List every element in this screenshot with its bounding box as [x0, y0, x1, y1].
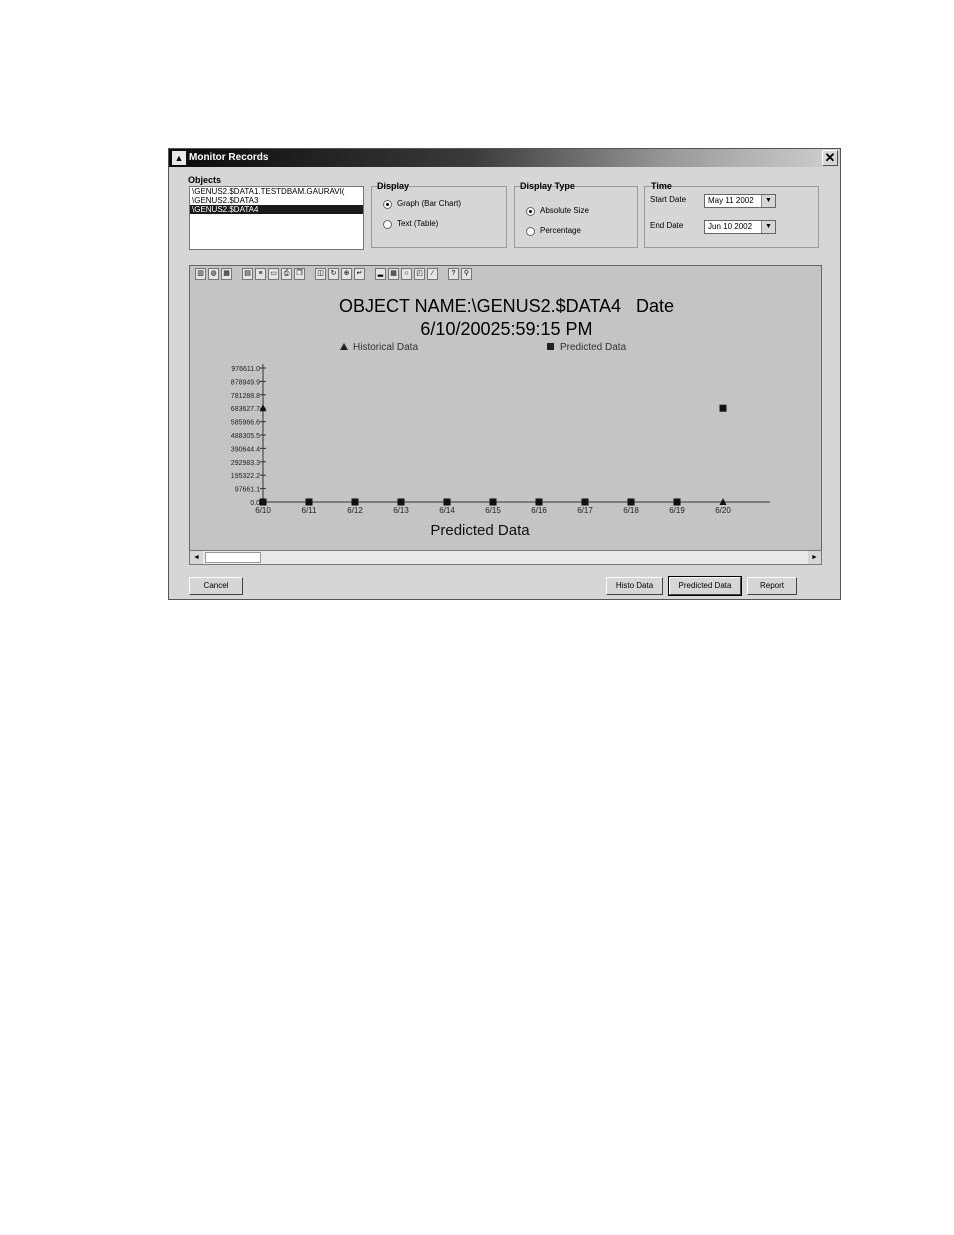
arrow-icon[interactable]: ↵	[354, 268, 365, 280]
ellipse-icon[interactable]: ○	[401, 268, 412, 280]
window-title: Monitor Records	[189, 152, 269, 163]
object-item-selected[interactable]: \GENUS2.$DATA4	[190, 205, 363, 214]
palette-icon[interactable]: ◍	[208, 268, 219, 280]
x-tick-label: 6/19	[669, 506, 685, 515]
y-tick-label: 292983.3	[231, 460, 260, 467]
x-tick-label: 6/15	[485, 506, 501, 515]
scroll-right-icon[interactable]: ►	[808, 551, 821, 564]
text-radio-label: Text (Table)	[397, 219, 439, 228]
grid-icon[interactable]: ▦	[221, 268, 232, 280]
end-date-combo[interactable]: Jun 10 2002 ▼	[704, 220, 776, 234]
time-label: Time	[651, 181, 672, 191]
end-date-value: Jun 10 2002	[708, 222, 753, 231]
title-bar[interactable]: ▲ Monitor Records	[169, 149, 840, 167]
y-tick-label: 781288.8	[231, 393, 260, 400]
pen-icon[interactable]: ∕	[427, 268, 438, 280]
start-date-combo[interactable]: May 11 2002 ▼	[704, 194, 776, 208]
display-label: Display	[377, 181, 410, 191]
x-tick-label: 6/12	[347, 506, 363, 515]
print-icon[interactable]: ⎙	[281, 268, 292, 280]
legend-icon[interactable]: ≡	[255, 268, 266, 280]
y-tick-label: 683627.7	[231, 406, 260, 413]
data-editor-icon[interactable]: ▤	[242, 268, 253, 280]
search-icon[interactable]: ⚲	[461, 268, 472, 280]
graph-radio-label: Graph (Bar Chart)	[397, 199, 462, 208]
x-tick-label: 6/18	[623, 506, 639, 515]
objects-label: Objects	[188, 175, 222, 185]
y-tick-label: 585966.6	[231, 420, 260, 427]
predicted-point	[719, 404, 727, 412]
graph-radio[interactable]	[383, 200, 392, 209]
chart-gallery-icon[interactable]: ▥	[195, 268, 206, 280]
series-legend-icon[interactable]: ▭	[268, 268, 279, 280]
close-button[interactable]: ✕	[822, 150, 838, 166]
text-radio[interactable]	[383, 220, 392, 229]
app-icon: ▲	[172, 151, 186, 165]
predicted-point	[351, 498, 359, 506]
scroll-left-icon[interactable]: ◄	[190, 551, 203, 564]
y-tick-label: 488305.5	[231, 433, 260, 440]
rotate-icon[interactable]: ↻	[328, 268, 339, 280]
predicted-point	[489, 498, 497, 506]
absolute-size-radio[interactable]	[526, 207, 535, 216]
histo-data-button[interactable]: Histo Data	[606, 577, 663, 595]
predicted-point	[305, 498, 313, 506]
predicted-point	[259, 498, 267, 506]
report-button[interactable]: Report	[747, 577, 797, 595]
object-item[interactable]: \GENUS2.$DATA3	[190, 196, 363, 205]
display-group	[371, 186, 507, 248]
cancel-button[interactable]: Cancel	[189, 577, 243, 595]
y-tick-label: 97661.1	[235, 487, 260, 494]
scroll-thumb[interactable]	[205, 552, 261, 563]
x-tick-label: 6/16	[531, 506, 547, 515]
table-icon[interactable]: ▦	[388, 268, 399, 280]
graph-panel: ▥ ◍ ▦ ▤ ≡ ▭ ⎙ ❐ ◫ ↻ ⊕ ↵ ▂ ▦ ○ ◰ ∕ ? ⚲ OB…	[189, 265, 822, 565]
predicted-point	[535, 498, 543, 506]
help-icon[interactable]: ?	[448, 268, 459, 280]
x-tick-label: 6/17	[577, 506, 593, 515]
y-tick-label: 976611.0	[231, 366, 260, 373]
y-tick-label: 878949.9	[231, 379, 260, 386]
object-item[interactable]: \GENUS2.$DATA1.TESTDBAM.GAURAVI(	[190, 187, 363, 196]
legend-marker-historical	[340, 343, 348, 350]
predicted-point	[581, 498, 589, 506]
x-tick-label: 6/14	[439, 506, 455, 515]
copy-icon[interactable]: ❐	[294, 268, 305, 280]
predicted-point	[673, 498, 681, 506]
properties-icon[interactable]: ◰	[414, 268, 425, 280]
predicted-point	[443, 498, 451, 506]
predicted-point	[627, 498, 635, 506]
end-date-label: End Date	[650, 221, 684, 230]
zoom-icon[interactable]: ⊕	[341, 268, 352, 280]
start-date-value: May 11 2002	[708, 196, 754, 205]
horizontal-scrollbar[interactable]: ◄ ►	[189, 550, 822, 565]
x-tick-label: 6/13	[393, 506, 409, 515]
percentage-radio[interactable]	[526, 227, 535, 236]
predicted-data-button[interactable]: Predicted Data	[668, 576, 742, 596]
chevron-down-icon[interactable]: ▼	[761, 195, 775, 207]
three-d-icon[interactable]: ◫	[315, 268, 326, 280]
chart-svg: Historical Data Predicted Data 976611.0 878…	[231, 342, 770, 539]
percentage-label: Percentage	[540, 226, 581, 235]
y-tick-label: 195322.2	[231, 473, 260, 480]
x-tick-label: 6/20	[715, 506, 731, 515]
display-type-label: Display Type	[520, 181, 575, 191]
legend-marker-predicted	[547, 343, 554, 350]
display-type-group	[514, 186, 638, 248]
start-date-label: Start Date	[650, 195, 687, 204]
absolute-size-label: Absolute Size	[540, 206, 589, 215]
x-tick-label: 6/10	[255, 506, 271, 515]
legend-historical: Historical Data	[353, 342, 418, 353]
monitor-records-window: ▲ Monitor Records Objects \GENUS2.$DATA1…	[168, 148, 841, 600]
x-tick-label: 6/11	[302, 506, 318, 515]
objects-listbox[interactable]: \GENUS2.$DATA1.TESTDBAM.GAURAVI( \GENUS2…	[189, 186, 364, 250]
predicted-point	[397, 498, 405, 506]
x-axis-label: Predicted Data	[430, 522, 530, 539]
chevron-down-icon[interactable]: ▼	[761, 221, 775, 233]
legend-predicted: Predicted Data	[560, 342, 627, 353]
bar-chart-icon[interactable]: ▂	[375, 268, 386, 280]
y-tick-label: 390644.4	[231, 446, 260, 453]
